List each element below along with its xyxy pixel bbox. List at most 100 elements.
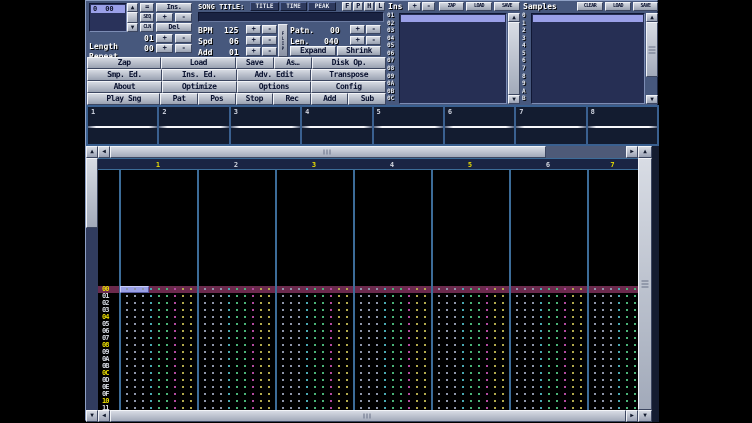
pattern-cell[interactable] [589, 293, 638, 300]
repeat-plus-button[interactable]: + [156, 44, 173, 53]
pattern-cell[interactable] [121, 356, 199, 363]
menu-button-zap[interactable]: Zap [87, 57, 161, 69]
pattern-cell[interactable] [199, 391, 277, 398]
pattern-cell[interactable] [277, 300, 355, 307]
pattern-cell[interactable] [277, 286, 355, 293]
flag-h-button[interactable]: H [364, 2, 374, 11]
pattern-cell[interactable] [589, 321, 638, 328]
song-title-input[interactable] [198, 12, 384, 22]
order-scroll-thumb[interactable] [127, 12, 138, 23]
pattern-cell[interactable] [277, 398, 355, 405]
instrument-scroll-thumb[interactable] [508, 22, 520, 95]
pattern-cell[interactable] [511, 342, 589, 349]
pattern-cell[interactable] [199, 307, 277, 314]
menu-button-as-[interactable]: As… [274, 57, 312, 69]
pattern-cell[interactable] [433, 307, 511, 314]
scroll-left-icon[interactable]: ◀ [98, 410, 110, 422]
scroll-up-icon[interactable]: ▲ [638, 146, 652, 158]
menu-button-rec[interactable]: Rec [273, 93, 311, 105]
add-plus-button[interactable]: + [246, 47, 261, 56]
pattern-channel-header[interactable]: 4 [353, 159, 431, 170]
pattern-cell[interactable] [511, 356, 589, 363]
tab-peak[interactable]: PEAK [308, 2, 336, 11]
pattern-cell[interactable] [355, 314, 433, 321]
pattern-cell[interactable] [511, 398, 589, 405]
scroll-up-icon[interactable]: ▲ [86, 146, 98, 158]
pattern-cell[interactable] [355, 363, 433, 370]
pattern-cell[interactable] [277, 384, 355, 391]
menu-button-about[interactable]: About [87, 81, 162, 93]
order-list-scrollbar[interactable]: ▲ ▼ [127, 3, 138, 32]
pattern-cell[interactable] [199, 293, 277, 300]
order-clone-button[interactable]: CLN [140, 23, 154, 32]
pattern-cell[interactable] [433, 349, 511, 356]
pattern-cell[interactable] [355, 335, 433, 342]
pattern-cell[interactable] [277, 335, 355, 342]
pattern-cell[interactable] [199, 300, 277, 307]
pattern-cell[interactable] [511, 335, 589, 342]
pattern-cell[interactable] [199, 363, 277, 370]
pattern-length-plus-button[interactable]: + [350, 36, 365, 45]
pattern-cell[interactable] [511, 384, 589, 391]
pattern-cell[interactable] [433, 363, 511, 370]
pattern-cell[interactable] [199, 286, 277, 293]
length-plus-button[interactable]: + [156, 34, 173, 43]
sample-selected-row[interactable] [533, 15, 643, 22]
pattern-minus-button[interactable]: - [366, 25, 381, 34]
flag-f-button[interactable]: F [342, 2, 352, 11]
pattern-cell[interactable] [121, 321, 199, 328]
order-delete-button[interactable]: Del [156, 23, 192, 32]
sample-clear-button[interactable]: CLEAR [577, 2, 603, 11]
channel-scope[interactable]: 7 [516, 107, 585, 144]
pattern-cell[interactable] [277, 342, 355, 349]
pattern-cell[interactable] [121, 370, 199, 377]
pattern-bottom-scrollbar[interactable]: ▼ ◀ ▶ ▼ [86, 410, 659, 422]
pattern-cell[interactable] [277, 405, 355, 410]
pattern-channel-header[interactable]: 7 [587, 159, 638, 170]
repeat-minus-button[interactable]: - [175, 44, 192, 53]
pattern-cell[interactable] [121, 377, 199, 384]
menu-button-add[interactable]: Add [311, 93, 349, 105]
pattern-cell[interactable] [199, 405, 277, 410]
channel-scope[interactable]: 5 [374, 107, 443, 144]
sample-scrollbar[interactable]: ▲ ▼ [646, 13, 658, 104]
pattern-cell[interactable] [277, 307, 355, 314]
order-list-selected-row[interactable]: 0 00 [91, 5, 125, 13]
pattern-cell[interactable] [121, 391, 199, 398]
scroll-down-icon[interactable]: ▼ [638, 410, 652, 422]
pattern-cell[interactable] [433, 391, 511, 398]
instrument-load-button[interactable]: LOAD [466, 2, 492, 11]
pattern-cell[interactable] [511, 321, 589, 328]
instrument-scrollbar[interactable]: ▲ ▼ [508, 13, 520, 104]
pattern-cell[interactable] [199, 356, 277, 363]
menu-button-smp-ed-[interactable]: Smp. Ed. [87, 69, 162, 81]
pattern-cell[interactable] [589, 391, 638, 398]
pattern-cell[interactable] [433, 286, 511, 293]
pattern-cell[interactable] [589, 377, 638, 384]
pattern-cell[interactable] [121, 300, 199, 307]
pattern-cell[interactable] [589, 398, 638, 405]
sample-scroll-thumb[interactable] [646, 22, 658, 77]
pattern-cell[interactable] [277, 328, 355, 335]
pattern-cell[interactable] [199, 342, 277, 349]
pattern-cell[interactable] [355, 370, 433, 377]
pattern-cell[interactable] [589, 300, 638, 307]
pattern-length-minus-button[interactable]: - [366, 36, 381, 45]
pattern-cell[interactable] [511, 314, 589, 321]
channel-scope[interactable]: 4 [302, 107, 371, 144]
pattern-cell[interactable] [511, 405, 589, 410]
flag-l-button[interactable]: L [375, 2, 385, 11]
menu-button-stop[interactable]: Stop [236, 93, 274, 105]
pattern-cell[interactable] [589, 342, 638, 349]
instrument-list[interactable] [399, 13, 507, 104]
pattern-channel-header[interactable]: 3 [275, 159, 353, 170]
h-scroll-thumb[interactable] [110, 410, 626, 422]
pattern-channel-header[interactable]: 2 [197, 159, 275, 170]
pattern-cell[interactable] [589, 363, 638, 370]
pattern-channel-header[interactable]: 5 [431, 159, 509, 170]
bpm-plus-button[interactable]: + [246, 25, 261, 34]
menu-button-optimize[interactable]: Optimize [162, 81, 237, 93]
pattern-cell[interactable] [355, 342, 433, 349]
pattern-channel-header[interactable]: 6 [509, 159, 587, 170]
pattern-cell[interactable] [355, 384, 433, 391]
